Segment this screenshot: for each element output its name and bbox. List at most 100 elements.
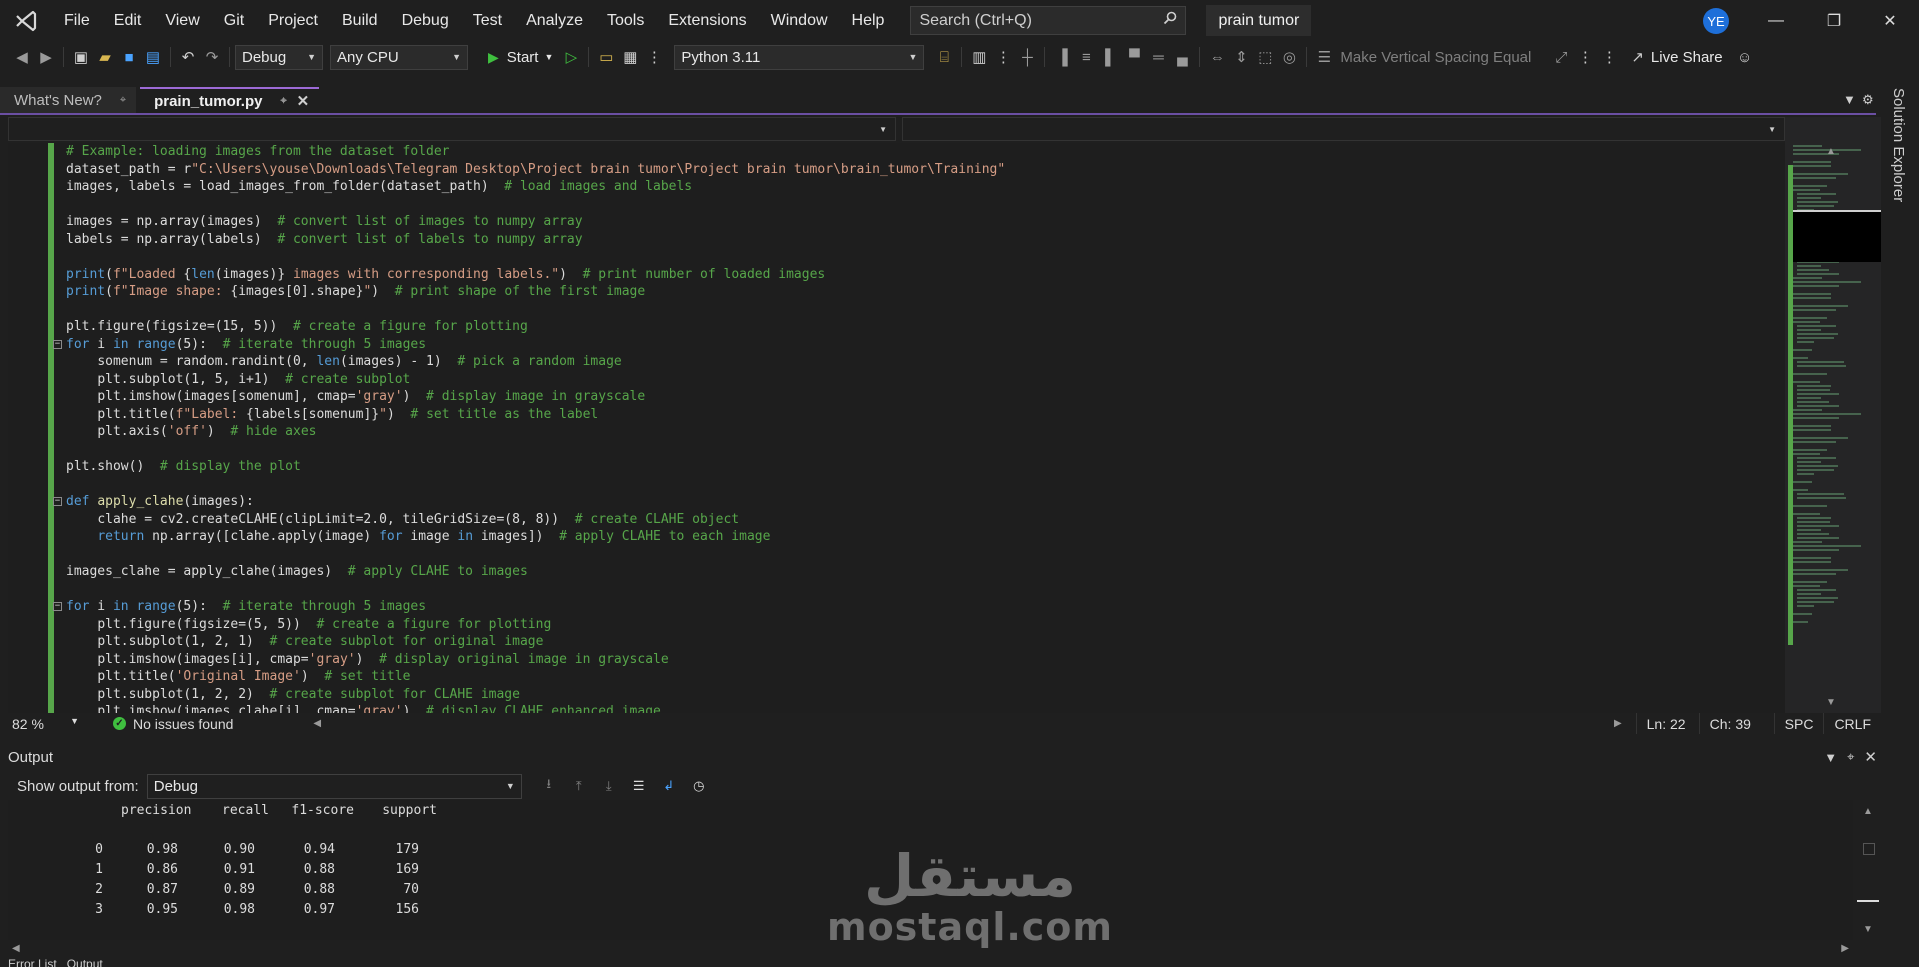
menu-file[interactable]: File [52, 0, 102, 41]
code-line[interactable]: plt.figure(figsize=(5, 5)) # create a fi… [66, 616, 1785, 634]
output-vertical-scrollbar[interactable]: ▲ ▼ [1855, 800, 1881, 940]
code-line[interactable]: somenum = random.randint(0, len(images) … [66, 353, 1785, 371]
redo-icon[interactable]: ↷ [200, 45, 224, 69]
align-lefts-icon[interactable]: ▐ [1050, 45, 1074, 69]
code-line[interactable] [66, 581, 1785, 599]
make-same-width-icon[interactable]: ⇔ [1205, 45, 1229, 69]
solution-name-badge[interactable]: prain tumor [1206, 5, 1312, 36]
menu-test[interactable]: Test [461, 0, 514, 41]
collapse-icon[interactable]: − [53, 497, 62, 506]
make-same-height-icon[interactable]: ⇕ [1229, 45, 1253, 69]
scroll-down-arrow-icon[interactable]: ▼ [1863, 924, 1873, 935]
tab-error-list[interactable]: Error List [8, 957, 57, 967]
collapse-icon[interactable]: − [53, 602, 62, 611]
menu-project[interactable]: Project [256, 0, 330, 41]
user-avatar[interactable]: YE [1703, 8, 1729, 34]
save-all-icon[interactable]: ▤ [141, 45, 165, 69]
word-wrap-icon[interactable]: ↲ [658, 775, 680, 797]
layout-dropdown-icon[interactable]: ⋮ [642, 45, 666, 69]
toolbar-options-icon[interactable]: ⋮ [1573, 45, 1597, 69]
scroll-left-arrow-icon[interactable]: ◀ [12, 943, 20, 954]
code-line[interactable]: images = np.array(images) # convert list… [66, 213, 1785, 231]
issues-indicator[interactable]: ✓ No issues found [113, 716, 233, 732]
increase-spacing-icon[interactable]: ⤢ [1549, 45, 1573, 69]
member-dropdown[interactable]: ▼ [902, 117, 1785, 141]
window-layout-icon[interactable]: ▥ [967, 45, 991, 69]
make-vertical-spacing-equal-button[interactable]: Make Vertical Spacing Equal [1340, 49, 1531, 66]
new-project-icon[interactable]: ▣ [69, 45, 93, 69]
collapse-icon[interactable]: − [53, 339, 62, 349]
code-line[interactable]: print(f"Loaded {len(images)} images with… [66, 266, 1785, 284]
menu-help[interactable]: Help [840, 0, 897, 41]
code-line[interactable] [66, 248, 1785, 266]
scroll-up-arrow-icon[interactable]: ▲ [1826, 146, 1836, 157]
code-line[interactable] [66, 196, 1785, 214]
navigate-back-icon[interactable]: ◀ [10, 45, 34, 69]
vertical-spacing-icon[interactable]: ☰ [1312, 45, 1336, 69]
browse-folder-icon[interactable]: ▭ [594, 45, 618, 69]
line-number[interactable]: Ln: 22 [1635, 713, 1699, 734]
save-icon[interactable]: ■ [117, 45, 141, 69]
solution-platform-dropdown[interactable]: Any CPU ▼ [330, 44, 468, 70]
menu-window[interactable]: Window [759, 0, 840, 41]
code-line[interactable]: # Example: loading images from the datas… [66, 143, 1785, 161]
start-debugging-button[interactable]: ▶ Start ▼ [482, 49, 559, 66]
line-ending[interactable]: CRLF [1823, 713, 1881, 734]
live-share-button[interactable]: ↗ Live Share [1631, 48, 1722, 67]
menu-view[interactable]: View [153, 0, 211, 41]
menu-analyze[interactable]: Analyze [514, 0, 595, 41]
zoom-dropdown[interactable]: 82 % ▼ [8, 716, 83, 732]
close-icon[interactable]: ✕ [297, 92, 310, 110]
code-line[interactable]: dataset_path = r"C:\Users\youse\Download… [66, 161, 1785, 179]
find-message-icon[interactable]: ⭳ [538, 775, 560, 797]
code-editor[interactable]: # Example: loading images from the datas… [8, 143, 1785, 713]
next-message-icon[interactable]: ⤓ [598, 775, 620, 797]
chevron-down-icon[interactable]: ▼ [1824, 750, 1837, 765]
scroll-down-arrow-icon[interactable]: ▼ [1826, 697, 1836, 708]
scroll-right-arrow-icon[interactable]: ▶ [1841, 943, 1849, 954]
code-line[interactable]: plt.imshow(images[i], cmap='gray') # dis… [66, 651, 1785, 669]
whitespace-mode[interactable]: SPC [1773, 713, 1824, 734]
close-icon[interactable]: ✕ [1864, 748, 1877, 766]
align-bottoms-icon[interactable]: ▄ [1170, 45, 1194, 69]
scroll-up-arrow-icon[interactable]: ▲ [1863, 806, 1873, 817]
scrollbar-thumb[interactable] [1863, 843, 1875, 855]
size-to-grid-icon[interactable]: ⬚ [1253, 45, 1277, 69]
feedback-icon[interactable]: ☺ [1733, 45, 1757, 69]
tab-prain-tumor-py[interactable]: prain_tumor.py ⌖ ✕ [140, 87, 320, 113]
minimize-button[interactable]: — [1747, 0, 1805, 41]
align-middles-icon[interactable]: ═ [1146, 45, 1170, 69]
solution-explorer-side-tab[interactable]: Solution Explorer [1889, 88, 1911, 218]
pin-icon[interactable]: ⌖ [120, 94, 126, 107]
menu-debug[interactable]: Debug [390, 0, 461, 41]
column-number[interactable]: Ch: 39 [1698, 713, 1774, 734]
toolbar-overflow-icon[interactable]: ⋮ [1597, 45, 1621, 69]
align-rights-icon[interactable]: ▌ [1098, 45, 1122, 69]
package-icon[interactable]: ⌸ [932, 45, 956, 69]
pin-icon[interactable]: ⌖ [1847, 749, 1854, 765]
code-line[interactable]: plt.imshow(images[somenum], cmap='gray')… [66, 388, 1785, 406]
code-line[interactable]: plt.imshow(images_clahe[i], cmap='gray')… [66, 703, 1785, 713]
code-line[interactable]: plt.show() # display the plot [66, 458, 1785, 476]
previous-message-icon[interactable]: ⤒ [568, 775, 590, 797]
clear-all-icon[interactable]: ☰ [628, 775, 650, 797]
search-input[interactable]: Search (Ctrl+Q) [910, 6, 1187, 35]
gear-icon[interactable]: ⚙ [1862, 92, 1874, 108]
output-source-dropdown[interactable]: Debug ▼ [146, 773, 522, 799]
restore-button[interactable]: ❐ [1805, 0, 1863, 41]
close-window-button[interactable]: ✕ [1861, 0, 1919, 41]
menu-tools[interactable]: Tools [595, 0, 656, 41]
layout-icon[interactable]: ▦ [618, 45, 642, 69]
pin-icon[interactable]: ⌖ [280, 95, 286, 108]
code-line[interactable]: images, labels = load_images_from_folder… [66, 178, 1785, 196]
open-folder-icon[interactable]: ▰ [93, 45, 117, 69]
code-line[interactable]: plt.subplot(1, 5, i+1) # create subplot [66, 371, 1785, 389]
scope-dropdown[interactable]: ▼ [8, 117, 896, 141]
tab-output[interactable]: Output [67, 957, 103, 967]
code-line[interactable]: labels = np.array(labels) # convert list… [66, 231, 1785, 249]
code-line[interactable] [66, 546, 1785, 564]
tab-whats-new[interactable]: What's New? ⌖ [0, 87, 137, 113]
zoom-icon[interactable]: ◎ [1277, 45, 1301, 69]
align-centers-icon[interactable]: ≡ [1074, 45, 1098, 69]
code-line[interactable]: plt.axis('off') # hide axes [66, 423, 1785, 441]
